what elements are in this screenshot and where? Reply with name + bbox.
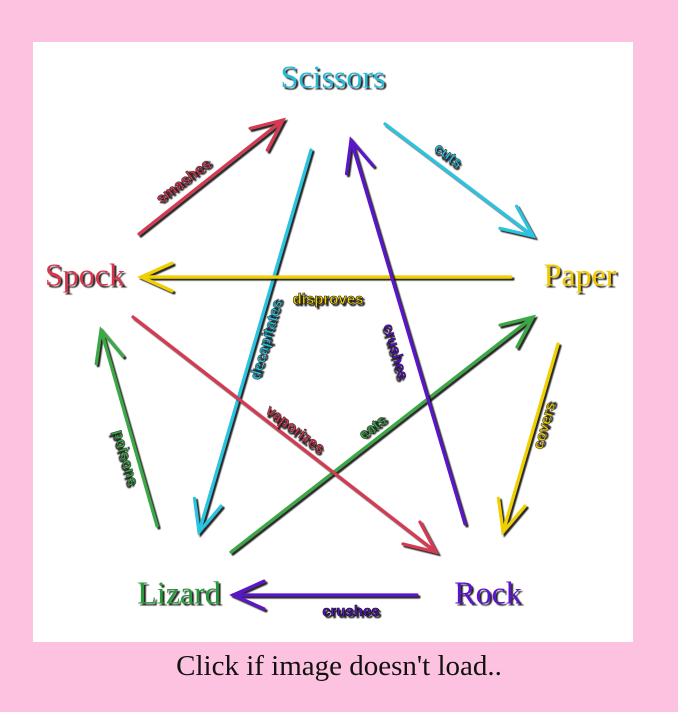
node-lizard: Lizard xyxy=(137,574,221,610)
arrow-paper-disproves-spock xyxy=(137,261,513,293)
node-paper: Paper xyxy=(544,256,617,292)
edge-label-scissors-decapitates-lizard: decapitates xyxy=(247,298,286,382)
node-scissors: Scissors xyxy=(281,58,386,94)
image-caption-link[interactable]: Click if image doesn't load.. xyxy=(0,650,678,683)
arrow-spock-smashes-scissors xyxy=(137,117,287,236)
arrow-scissors-decapitates-lizard xyxy=(192,148,313,536)
diagram-panel[interactable]: cuts covers crushes poisons smashes decapitat… xyxy=(33,42,633,642)
arrow-shaft xyxy=(349,138,467,526)
edge-label-scissors-cuts-paper: cuts xyxy=(431,140,466,172)
edge-label-paper-disproves-spock: disproves xyxy=(293,291,364,308)
node-rock: Rock xyxy=(454,574,522,610)
edge-label-lizard-eats-paper: eats xyxy=(356,412,390,444)
arrow-shaft xyxy=(197,148,313,534)
arrow-shaft xyxy=(99,328,159,528)
arrow-scissors-cuts-paper xyxy=(383,122,537,239)
arrow-shaft xyxy=(229,315,535,554)
arrow-lizard-eats-paper xyxy=(229,314,537,554)
arrow-shaft xyxy=(383,122,535,238)
node-spock: Spock xyxy=(45,256,125,292)
rpsls-diagram: cutscoverscrushespoisonssmashesdecapitat… xyxy=(45,58,617,620)
arrow-shaft xyxy=(137,118,285,236)
edge-label-rock-crushes-lizard: crushes xyxy=(322,603,380,620)
arrow-rock-crushes-scissors xyxy=(344,136,467,526)
edge-label-spock-vaporizes-rock: vaporizes xyxy=(263,402,328,457)
